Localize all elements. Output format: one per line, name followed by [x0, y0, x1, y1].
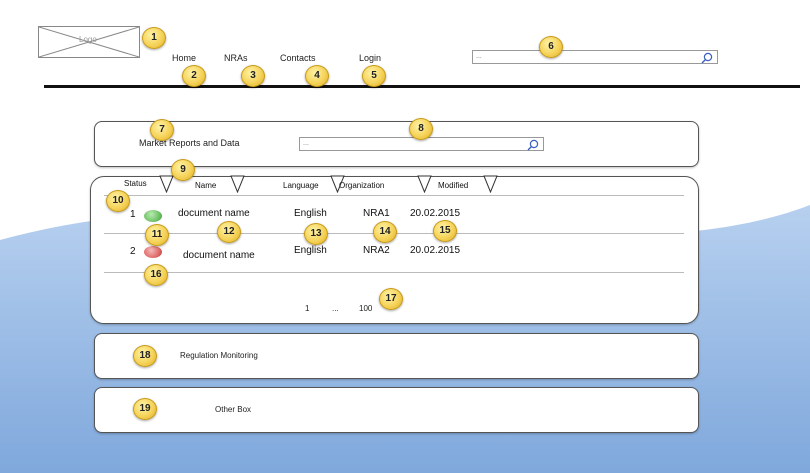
document-name-link[interactable]: document name: [183, 250, 255, 261]
annotation-marker: 3: [241, 65, 265, 87]
annotation-marker: 1: [142, 27, 166, 49]
row-divider: [104, 272, 684, 273]
header-search-input[interactable]: ...: [472, 50, 718, 64]
search-icon[interactable]: [701, 52, 713, 64]
column-header-modified[interactable]: Modified: [438, 181, 468, 190]
document-language: English: [294, 245, 327, 256]
logo-text: Logo: [79, 35, 97, 44]
annotation-marker: 5: [362, 65, 386, 87]
nav-home-link[interactable]: Home: [172, 53, 196, 63]
nav-nras-link[interactable]: NRAs: [224, 53, 248, 63]
document-name-link[interactable]: document name: [178, 208, 250, 219]
annotation-marker: 2: [182, 65, 206, 87]
sort-triangle-icon[interactable]: [417, 175, 432, 193]
header-search-placeholder: ...: [476, 53, 482, 60]
pagination-first-page[interactable]: 1: [305, 304, 309, 313]
document-organization: NRA1: [363, 208, 390, 219]
annotation-marker: 11: [145, 224, 169, 246]
row-index: 2: [130, 246, 136, 257]
row-index: 1: [130, 209, 136, 220]
annotation-marker: 14: [373, 221, 397, 243]
document-modified-date: 20.02.2015: [410, 208, 461, 219]
document-organization: NRA2: [363, 245, 390, 256]
sort-triangle-icon[interactable]: [230, 175, 245, 193]
annotation-marker: 8: [409, 118, 433, 140]
annotation-marker: 17: [379, 288, 403, 310]
annotation-marker: 7: [150, 119, 174, 141]
market-reports-title: Market Reports and Data: [139, 138, 240, 148]
sort-triangle-icon[interactable]: [483, 175, 498, 193]
annotation-marker: 16: [144, 264, 168, 286]
other-box-title: Other Box: [215, 405, 252, 414]
annotation-marker: 6: [539, 36, 563, 58]
annotation-marker: 18: [133, 345, 157, 367]
annotation-marker: 15: [433, 220, 457, 242]
market-reports-search-placeholder: ...: [303, 140, 309, 147]
annotation-marker: 12: [217, 221, 241, 243]
search-icon[interactable]: [527, 139, 539, 151]
column-header-status[interactable]: Status: [124, 179, 147, 188]
sort-triangle-icon[interactable]: [159, 175, 174, 193]
column-header-organization[interactable]: Organization: [339, 181, 384, 190]
annotation-marker: 13: [304, 223, 328, 245]
logo-placeholder[interactable]: Logo: [38, 26, 140, 58]
annotation-marker: 19: [133, 398, 157, 420]
annotation-marker: 10: [106, 190, 130, 212]
nav-contacts-link[interactable]: Contacts: [280, 53, 316, 63]
nav-login-link[interactable]: Login: [359, 53, 381, 63]
status-indicator-green: [144, 210, 162, 222]
pagination-last-page[interactable]: 100: [359, 304, 372, 313]
annotation-marker: 4: [305, 65, 329, 87]
document-modified-date: 20.02.2015: [410, 245, 461, 256]
document-language: English: [294, 208, 327, 219]
pagination-ellipsis: ...: [332, 304, 339, 313]
header-row-divider: [104, 195, 684, 196]
status-indicator-red: [144, 246, 162, 258]
column-header-language[interactable]: Language: [283, 181, 319, 190]
other-box-panel[interactable]: [94, 387, 699, 433]
header-divider: [44, 85, 800, 88]
column-header-name[interactable]: Name: [195, 181, 216, 190]
regulation-monitoring-title: Regulation Monitoring: [180, 351, 258, 360]
annotation-marker: 9: [171, 159, 195, 181]
